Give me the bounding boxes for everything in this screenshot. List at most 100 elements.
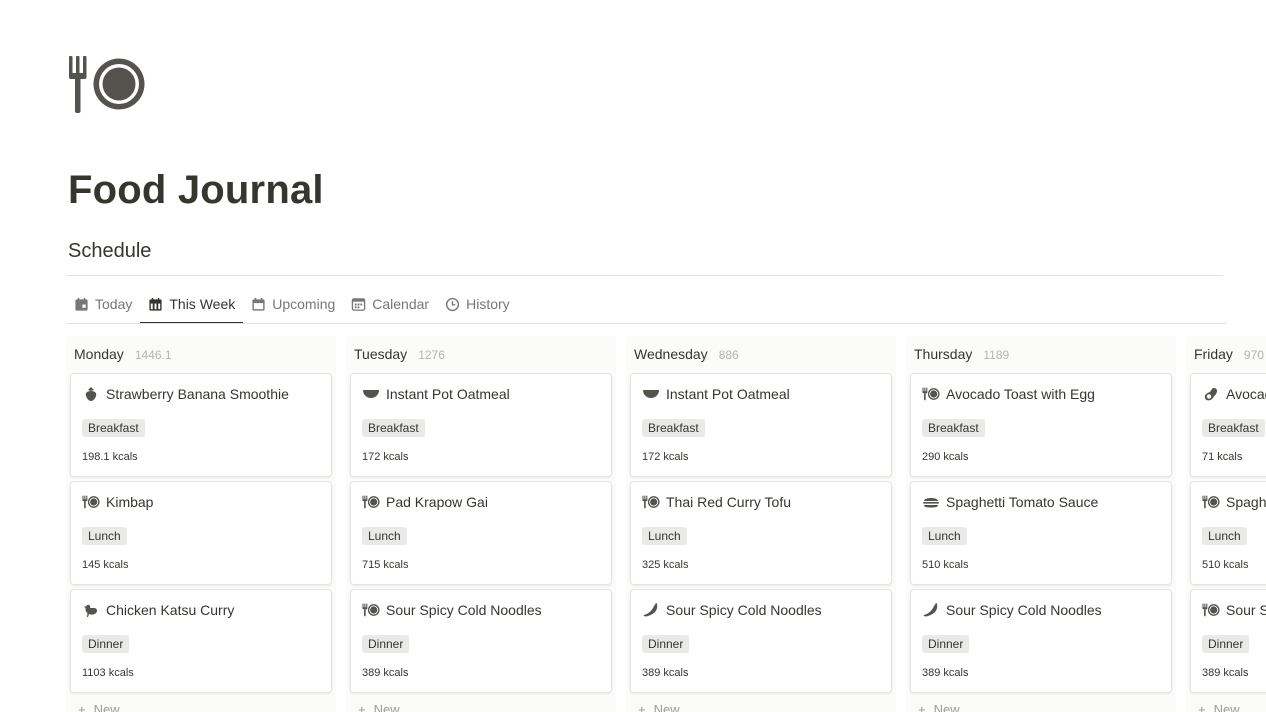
column-header[interactable]: Tuesday 1276 [346,336,616,364]
meal-card[interactable]: Avocado Breakfast 71 kcals [1190,373,1266,477]
meal-name: Sour S [1226,602,1266,618]
meal-card[interactable]: Sour Spicy Cold Noodles Dinner 389 kcals [910,589,1172,693]
new-card-label: New [933,702,960,712]
calorie-value: 290 kcals [922,451,969,463]
meal-type-tag: Lunch [922,527,967,545]
plus-icon: + [638,702,646,712]
column-header[interactable]: Monday 1446.1 [66,336,336,364]
column-day: Wednesday [634,346,708,362]
card-title: Chicken Katsu Curry [82,601,234,619]
board-column-friday: Friday 970 Avocado Breakfast 71 kcals Spaghe L… [1186,336,1266,712]
column-calorie-total: 970 [1243,348,1264,362]
meal-card[interactable]: Sour Spicy Cold Noodles Dinner 389 kcals [350,589,612,693]
plus-icon: + [358,702,366,712]
meal-type-tag: Breakfast [362,419,425,437]
meal-name: Avocado [1226,386,1266,402]
meal-type-tag: Lunch [362,527,407,545]
new-card-label: New [373,702,400,712]
tab-history[interactable]: History [437,286,518,322]
tab-calendar[interactable]: Calendar [343,286,437,322]
card-title: Avocado Toast with Egg [922,385,1095,403]
new-card-label: New [1213,702,1240,712]
board-view: Monday 1446.1 Strawberry Banana Smoothie Br… [66,336,1266,712]
card-title: Strawberry Banana Smoothie [82,385,289,403]
meal-name: Kimbap [106,494,154,510]
meal-type-tag: Dinner [642,635,690,653]
tab-upcoming[interactable]: Upcoming [243,286,343,322]
meal-type-tag: Dinner [922,635,970,653]
meal-card[interactable]: Strawberry Banana Smoothie Breakfast 198.1… [70,373,332,477]
calorie-value: 172 kcals [362,451,409,463]
meal-card[interactable]: Sour S Dinner 389 kcals [1190,589,1266,693]
calorie-value: 145 kcals [82,559,129,571]
meal-card[interactable]: Chicken Katsu Curry Dinner 1103 kcals [70,589,332,693]
new-card-button[interactable]: + New [1198,702,1240,712]
view-tabs: Today This Week Upcoming Calendar Histor… [66,286,518,324]
meal-name: Instant Pot Oatmeal [386,386,510,402]
meal-type-tag: Breakfast [922,419,985,437]
fork-plate-icon [1202,601,1220,619]
meal-type-tag: Dinner [82,635,130,653]
fork-plate-icon [1202,493,1220,511]
column-header[interactable]: Thursday 1189 [906,336,1176,364]
meal-card[interactable]: Spaghe Lunch 510 kcals [1190,481,1266,585]
fork-plate-icon [642,493,660,511]
calorie-value: 510 kcals [922,559,969,571]
fork-plate-icon[interactable] [68,54,148,114]
tab-label: Calendar [372,296,430,312]
column-header[interactable]: Wednesday 886 [626,336,896,364]
column-header[interactable]: Friday 970 [1186,336,1266,364]
chicken-icon [82,601,100,619]
tab-today[interactable]: Today [66,286,140,322]
page-title: Food Journal [68,168,324,212]
section-title: Schedule [68,240,152,262]
tab-this-week[interactable]: This Week [140,286,244,324]
card-title: Spaghe [1202,493,1266,511]
plus-icon: + [918,702,926,712]
calorie-value: 389 kcals [362,667,409,679]
meal-card[interactable]: Kimbap Lunch 145 kcals [70,481,332,585]
meal-card[interactable]: Thai Red Curry Tofu Lunch 325 kcals [630,481,892,585]
calendar-grid-icon [351,297,366,312]
meal-card[interactable]: Spaghetti Tomato Sauce Lunch 510 kcals [910,481,1172,585]
bowl-icon [362,385,380,403]
fork-plate-icon [362,601,380,619]
meal-type-tag: Breakfast [642,419,705,437]
fork-plate-icon [362,493,380,511]
tabs-divider [66,323,1227,324]
card-title: Instant Pot Oatmeal [642,385,790,403]
new-card-button[interactable]: + New [78,702,120,712]
meal-type-tag: Lunch [82,527,127,545]
meal-name: Pad Krapow Gai [386,494,488,510]
meal-type-tag: Lunch [642,527,687,545]
avocado-icon [1202,385,1220,403]
calorie-value: 198.1 kcals [82,451,138,463]
calendar-week-icon [148,297,163,312]
new-card-label: New [93,702,120,712]
burger-icon [922,493,940,511]
meal-name: Chicken Katsu Curry [106,602,235,618]
new-card-button[interactable]: + New [358,702,400,712]
meal-type-tag: Dinner [1202,635,1250,653]
calorie-value: 389 kcals [642,667,689,679]
new-card-button[interactable]: + New [918,702,960,712]
meal-card[interactable]: Instant Pot Oatmeal Breakfast 172 kcals [350,373,612,477]
chili-pepper-icon [922,601,940,619]
board-column-tuesday: Tuesday 1276 Instant Pot Oatmeal Breakfast 1… [346,336,616,712]
meal-name: Spaghetti Tomato Sauce [946,494,1099,510]
meal-card[interactable]: Instant Pot Oatmeal Breakfast 172 kcals [630,373,892,477]
meal-card[interactable]: Sour Spicy Cold Noodles Dinner 389 kcals [630,589,892,693]
meal-card[interactable]: Pad Krapow Gai Lunch 715 kcals [350,481,612,585]
column-day: Friday [1194,346,1233,362]
column-day: Thursday [914,346,973,362]
new-card-button[interactable]: + New [638,702,680,712]
card-title: Sour Spicy Cold Noodles [362,601,542,619]
tab-label: History [466,296,510,312]
meal-card[interactable]: Avocado Toast with Egg Breakfast 290 kcals [910,373,1172,477]
calendar-day-icon [74,297,89,312]
card-title: Pad Krapow Gai [362,493,488,511]
meal-type-tag: Dinner [362,635,410,653]
meal-name: Sour Spicy Cold Noodles [946,602,1102,618]
column-day: Monday [74,346,124,362]
card-title: Kimbap [82,493,153,511]
